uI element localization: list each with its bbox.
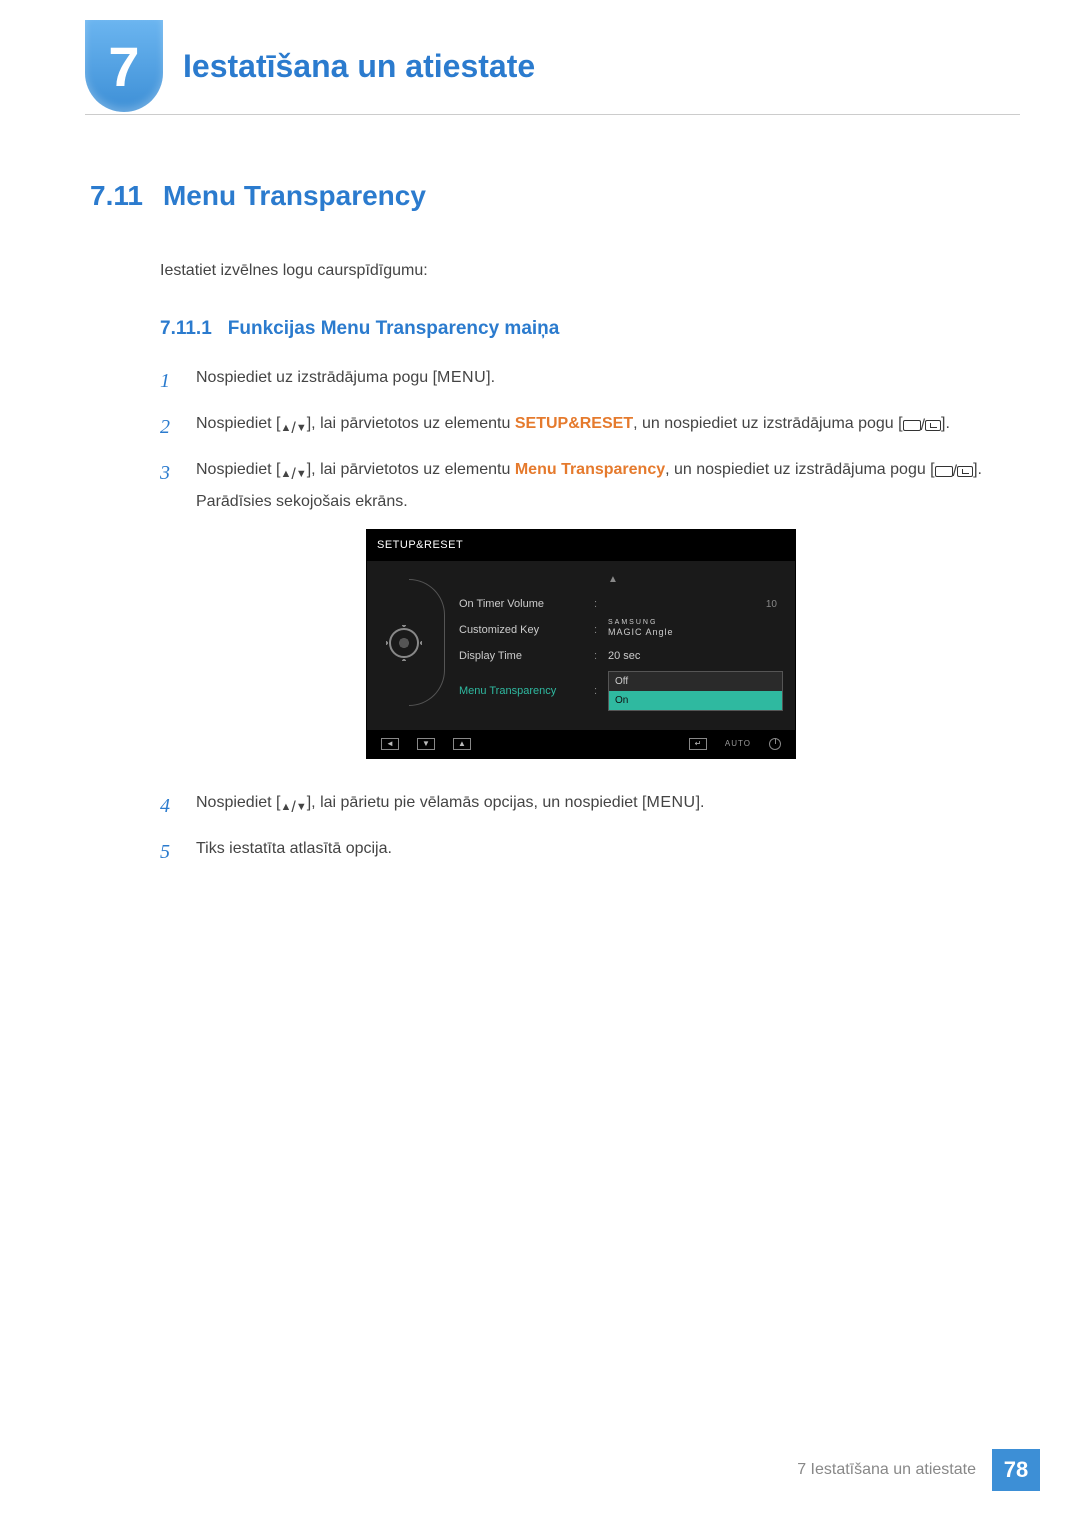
dropdown-option-on: On: [609, 691, 782, 710]
page-footer: 7 Iestatīšana un atiestate 78: [781, 1449, 1040, 1491]
section-number: 7.11: [90, 180, 143, 211]
step-body: Nospiediet [▲/▼], lai pārvietotos uz ele…: [196, 456, 1020, 777]
step-1: 1 Nospiediet uz izstrādājuma pogu [MENU]…: [160, 364, 1020, 398]
osd-icon-column: [367, 571, 441, 714]
enter-icon: [925, 420, 941, 431]
section-title: Menu Transparency: [163, 180, 426, 211]
osd-row-timer-volume: On Timer Volume : 10: [441, 592, 783, 617]
step-number: 5: [160, 835, 196, 869]
osd-label: Customized Key: [459, 621, 594, 640]
osd-row-display-time: Display Time : 20 sec: [441, 644, 783, 669]
osd-dropdown: Off On: [608, 671, 783, 711]
section-heading: 7.11 Menu Transparency: [90, 180, 1020, 212]
osd-value: SAMSUNG MAGIC Angle: [608, 620, 783, 641]
chapter-number-badge: 7: [85, 20, 163, 112]
osd-screenshot: SETUP&RESET ▲ On Timer Volume :: [366, 529, 796, 759]
step-body: Nospiediet [▲/▼], lai pārvietotos uz ele…: [196, 410, 1020, 444]
source-enter-icon: /: [903, 412, 941, 439]
step-5: 5 Tiks iestatīta atlasītā opcija.: [160, 835, 1020, 869]
content-area: 7.11 Menu Transparency Iestatiet izvēlnes…: [90, 180, 1020, 881]
power-icon: [769, 738, 781, 750]
step-body: Tiks iestatīta atlasītā opcija.: [196, 835, 1020, 869]
subsection-heading: 7.11.1 Funkcijas Menu Transparency maiņa: [160, 318, 1020, 340]
rect-icon: [935, 466, 953, 477]
arc-decoration: [409, 579, 445, 706]
osd-label: On Timer Volume: [459, 595, 594, 614]
footer-chapter-ref: 7 Iestatīšana un atiestate: [781, 1449, 992, 1491]
scroll-up-icon: ▲: [441, 571, 783, 588]
subsection-title: Funkcijas Menu Transparency maiņa: [228, 318, 560, 339]
step-number: 2: [160, 410, 196, 444]
nav-up-icon: ▲: [453, 738, 471, 750]
nav-down-icon: ▼: [417, 738, 435, 750]
nav-left-icon: ◄: [381, 738, 399, 750]
step-number: 3: [160, 456, 196, 777]
osd-value: 20 sec: [608, 647, 783, 666]
highlight-setup-reset: SETUP&RESET: [515, 415, 633, 432]
menu-button-label: MENU: [646, 794, 695, 811]
osd-row-menu-transparency: Menu Transparency : Off On: [441, 668, 783, 714]
chapter-title: Iestatīšana un atiestate: [183, 48, 535, 85]
highlight-menu-transparency: Menu Transparency: [515, 461, 665, 478]
step-number: 1: [160, 364, 196, 398]
osd-label: Display Time: [459, 647, 594, 666]
menu-button-label: MENU: [437, 369, 486, 386]
dropdown-option-off: Off: [609, 672, 782, 691]
osd-title: SETUP&RESET: [367, 530, 795, 561]
osd-rows: ▲ On Timer Volume : 10 Customized Key :: [441, 571, 795, 714]
up-down-icon: ▲/▼: [281, 415, 307, 442]
osd-label: Menu Transparency: [459, 682, 594, 701]
step-3: 3 Nospiediet [▲/▼], lai pārvietotos uz e…: [160, 456, 1020, 777]
section-intro: Iestatiet izvēlnes logu caurspīdīgumu:: [160, 262, 1020, 280]
enter-icon: [957, 466, 973, 477]
step-4: 4 Nospiediet [▲/▼], lai pārietu pie vēla…: [160, 789, 1020, 823]
step-list: 1 Nospiediet uz izstrādājuma pogu [MENU]…: [160, 364, 1020, 869]
page-header: 7 Iestatīšana un atiestate: [85, 20, 1020, 115]
auto-label: AUTO: [725, 737, 751, 751]
subsection-number: 7.11.1: [160, 318, 212, 339]
osd-footer: ◄ ▼ ▲ ↵ AUTO: [367, 730, 795, 758]
up-down-icon: ▲/▼: [281, 461, 307, 488]
rect-icon: [903, 420, 921, 431]
osd-body: ▲ On Timer Volume : 10 Customized Key :: [367, 561, 795, 730]
step-2: 2 Nospiediet [▲/▼], lai pārvietotos uz e…: [160, 410, 1020, 444]
enter-icon: ↵: [689, 738, 707, 750]
osd-row-customized-key: Customized Key : SAMSUNG MAGIC Angle: [441, 617, 783, 644]
step-body: Nospiediet [▲/▼], lai pārietu pie vēlamā…: [196, 789, 1020, 823]
step-body: Nospiediet uz izstrādājuma pogu [MENU].: [196, 364, 1020, 398]
up-down-icon: ▲/▼: [281, 794, 307, 821]
step-number: 4: [160, 789, 196, 823]
footer-page-number: 78: [992, 1449, 1040, 1491]
osd-value: 10: [766, 596, 783, 613]
source-enter-icon: /: [935, 458, 973, 485]
